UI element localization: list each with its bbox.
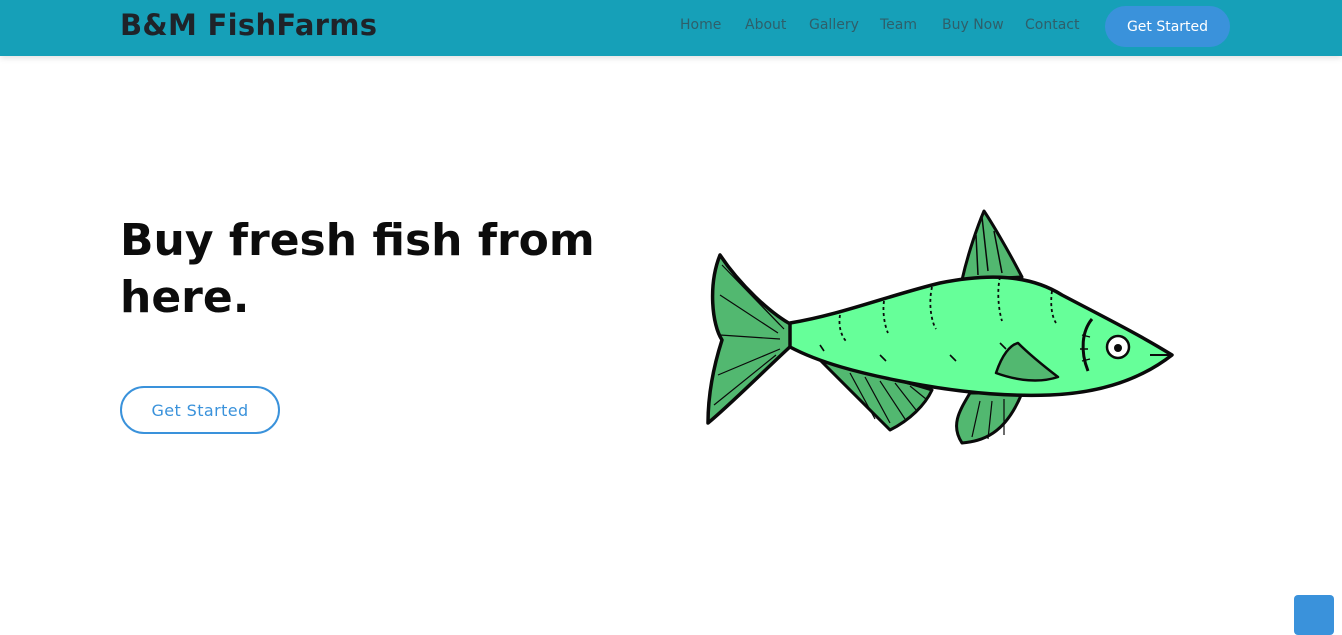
fish-illustration-icon — [706, 209, 1174, 445]
pelvic-fin — [955, 391, 1024, 445]
hero-headline: Buy fresh fish from here. — [120, 215, 595, 323]
nav-team-link[interactable]: Team — [880, 17, 917, 33]
nav-home-link[interactable]: Home — [680, 17, 721, 33]
nav-contact-link[interactable]: Contact — [1025, 17, 1079, 33]
nav-about-link[interactable]: About — [745, 17, 786, 33]
nav-get-started-button[interactable]: Get Started — [1105, 6, 1230, 47]
brand-logo[interactable]: B&M FishFarms — [120, 8, 377, 42]
nav-gallery-link[interactable]: Gallery — [809, 17, 859, 33]
dorsal-fin — [960, 209, 1024, 282]
back-to-top-button[interactable] — [1294, 595, 1334, 635]
hero-get-started-button[interactable]: Get Started — [120, 386, 280, 434]
navbar: B&M FishFarms Home About Gallery Team Bu… — [0, 0, 1342, 56]
nav-buy-now-link[interactable]: Buy Now — [942, 17, 1004, 33]
